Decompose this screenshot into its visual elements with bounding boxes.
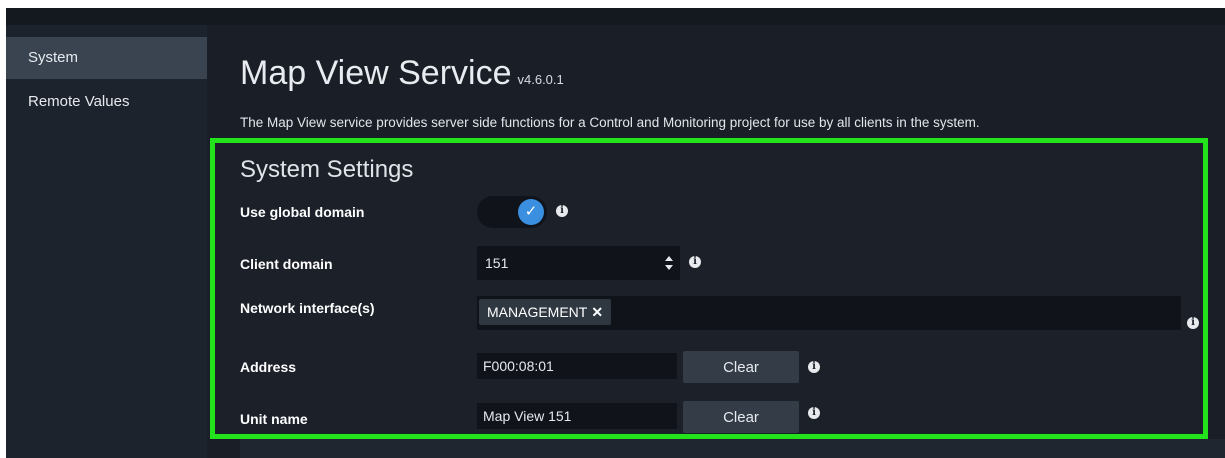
network-interface-tag: MANAGEMENT ✕ — [479, 299, 612, 325]
top-bar — [6, 8, 1225, 25]
page-description: The Map View service provides server sid… — [240, 115, 980, 130]
address-input[interactable]: F000:08:01 — [477, 353, 677, 379]
version-label: v4.6.0.1 — [517, 72, 564, 87]
sidebar-item-system[interactable]: System — [6, 37, 207, 79]
info-icon[interactable]: i — [556, 205, 568, 217]
info-icon[interactable]: i — [1187, 317, 1199, 329]
info-icon[interactable]: i — [689, 256, 701, 268]
info-icon[interactable]: i — [808, 361, 820, 373]
sidebar: System Remote Values — [6, 25, 207, 458]
client-domain-input[interactable]: 151 — [477, 246, 680, 280]
network-interfaces-label: Network interface(s) — [240, 300, 375, 316]
section-title: System Settings — [240, 156, 414, 183]
close-icon[interactable]: ✕ — [591, 304, 603, 320]
unit-name-input[interactable]: Map View 151 — [477, 403, 677, 429]
page-title: Map View Service v4.6.0.1 — [240, 54, 564, 93]
checkmark-icon: ✓ — [518, 199, 544, 225]
sidebar-item-remote-values[interactable]: Remote Values — [6, 81, 207, 123]
address-label: Address — [240, 359, 297, 375]
unit-name-clear-button[interactable]: Clear — [683, 401, 799, 433]
unit-name-label: Unit name — [240, 411, 308, 427]
use-global-domain-label: Use global domain — [240, 204, 365, 220]
address-clear-button[interactable]: Clear — [683, 351, 799, 383]
client-domain-label: Client domain — [240, 256, 333, 272]
page-title-text: Map View Service — [240, 54, 512, 92]
use-global-domain-toggle[interactable]: ✓ — [477, 196, 547, 228]
bottom-strip — [240, 439, 1225, 458]
info-icon[interactable]: i — [808, 407, 820, 419]
client-domain-value: 151 — [485, 255, 509, 271]
tag-label: MANAGEMENT — [487, 304, 588, 320]
up-down-spinner-icon[interactable] — [664, 255, 674, 271]
network-interfaces-input[interactable]: MANAGEMENT ✕ — [477, 296, 1181, 330]
